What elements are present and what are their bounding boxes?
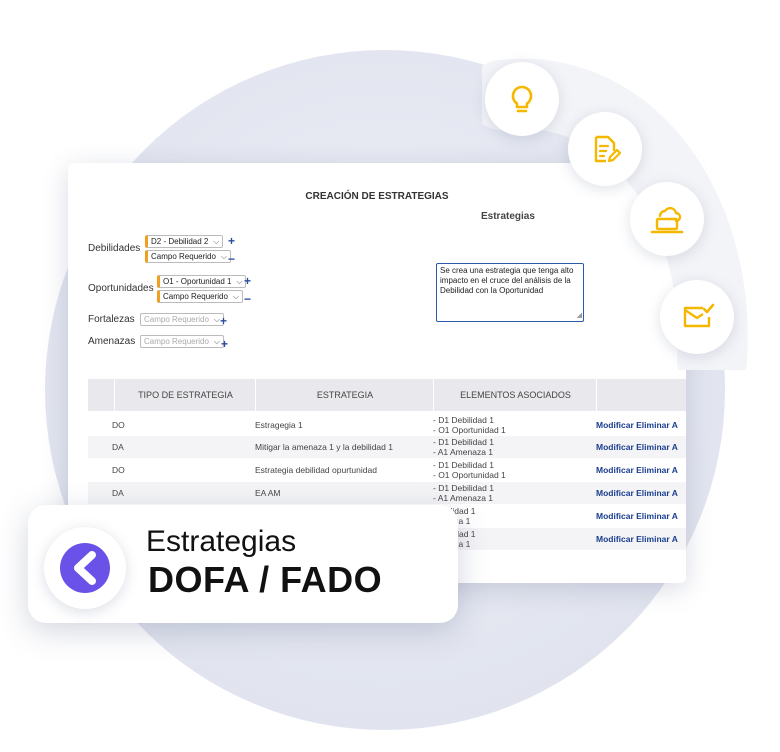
cell-elementos: - D1 Debilidad 1- O1 Oportunidad 1 (433, 460, 506, 480)
row-actions[interactable]: Modificar Eliminar A (596, 442, 678, 452)
add-debilidad-button[interactable]: + (228, 235, 235, 247)
logo (44, 527, 126, 609)
debilidades-label: Debilidades (88, 243, 141, 254)
fortalezas-label: Fortalezas (88, 314, 135, 325)
lightbulb-icon (485, 62, 559, 136)
cell-tipo: DO (112, 465, 125, 475)
elemento-line: - D1 Debilidad 1 (433, 415, 494, 425)
column-header-elementos: ELEMENTOS ASOCIADOS (433, 379, 597, 411)
cell-estrategia: EA AM (255, 488, 281, 498)
logo-mark-icon (60, 543, 110, 593)
chevron-down-icon: ⌵ (220, 252, 227, 261)
chevron-down-icon: ⌵ (232, 292, 239, 301)
elemento-line: - O1 Oportunidad 1 (433, 425, 506, 435)
add-oportunidad-button[interactable]: + (244, 275, 251, 287)
amenaza-select-value: Campo Requerido (144, 337, 209, 346)
elemento-line: - O1 Oportunidad 1 (433, 470, 506, 480)
cell-estrategia: Mitigar la amenaza 1 y la debilidad 1 (255, 442, 393, 452)
oportunidades-label: Oportunidades (88, 283, 154, 294)
fortaleza-select[interactable]: Campo Requerido ⌵ (140, 313, 224, 326)
oportunidad-select-2-value: Campo Requerido (163, 292, 228, 301)
add-amenaza-button[interactable]: + (221, 338, 228, 350)
amenazas-label: Amenazas (88, 336, 136, 347)
elemento-line: - A1 Amenaza 1 (433, 493, 494, 503)
column-header-acciones (596, 379, 686, 411)
table-row: DA Mitigar la amenaza 1 y la debilidad 1… (88, 436, 686, 458)
add-fortaleza-button[interactable]: + (220, 315, 227, 327)
badge-title: Estrategias (146, 525, 297, 558)
cell-tipo: DO (112, 420, 125, 430)
table-row: DO Estrategia debilidad opurtunidad - D1… (88, 459, 686, 481)
elemento-line: - D1 Debilidad 1 (433, 437, 494, 447)
cell-elementos: - D1 Debilidad 1- A1 Amenaza 1 (433, 483, 494, 503)
chevron-down-icon: ⌵ (213, 237, 220, 246)
debilidad-select-2[interactable]: Campo Requerido ⌵ (145, 250, 231, 263)
elemento-line: - D1 Debilidad 1 (433, 460, 494, 470)
remove-oportunidad-button[interactable]: − (244, 293, 251, 305)
chevron-down-icon: ⌵ (213, 337, 220, 346)
remove-debilidad-button[interactable]: − (228, 253, 235, 265)
document-edit-icon (568, 112, 642, 186)
table-row: DA EA AM - D1 Debilidad 1- A1 Amenaza 1 … (88, 482, 686, 504)
column-header-tipo: TIPO DE ESTRATEGIA (114, 379, 256, 411)
oportunidad-select-1[interactable]: O1 - Oportunidad 1 ⌵ (157, 275, 247, 288)
elemento-line: - D1 Debilidad 1 (433, 483, 494, 493)
cloud-laptop-icon (630, 182, 704, 256)
elemento-line: - A1 Amenaza 1 (433, 447, 494, 457)
row-actions[interactable]: Modificar Eliminar A (596, 420, 678, 430)
product-badge: Estrategias DOFA / FADO (28, 505, 458, 623)
amenaza-select[interactable]: Campo Requerido ⌵ (140, 335, 224, 348)
mail-check-icon (660, 280, 734, 354)
cell-elementos: - D1 Debilidad 1- A1 Amenaza 1 (433, 437, 494, 457)
cell-elementos: - D1 Debilidad 1- O1 Oportunidad 1 (433, 415, 506, 435)
cell-tipo: DA (112, 442, 124, 452)
debilidad-select-2-value: Campo Requerido (151, 252, 216, 261)
badge-subtitle: DOFA / FADO (148, 559, 383, 600)
cell-estrategia: Estragegia 1 (255, 420, 303, 430)
cell-tipo: DA (112, 488, 124, 498)
column-header-estrategia: ESTRATEGIA (255, 379, 434, 411)
fortaleza-select-value: Campo Requerido (144, 315, 209, 324)
oportunidad-select-2[interactable]: Campo Requerido ⌵ (157, 290, 243, 303)
row-actions[interactable]: Modificar Eliminar A (596, 465, 678, 475)
oportunidad-select-1-value: O1 - Oportunidad 1 (163, 277, 232, 286)
row-actions[interactable]: Modificar Eliminar A (596, 488, 678, 498)
debilidad-select-1-value: D2 - Debilidad 2 (151, 237, 209, 246)
table-header: TIPO DE ESTRATEGIA ESTRATEGIA ELEMENTOS … (88, 379, 686, 411)
table-row: DO Estragegia 1 - D1 Debilidad 1- O1 Opo… (88, 414, 686, 436)
row-actions[interactable]: Modificar Eliminar A (596, 534, 678, 544)
cell-estrategia: Estrategia debilidad opurtunidad (255, 465, 377, 475)
chevron-down-icon: ⌵ (236, 277, 243, 286)
row-actions[interactable]: Modificar Eliminar A (596, 511, 678, 521)
debilidad-select-1[interactable]: D2 - Debilidad 2 ⌵ (145, 235, 224, 248)
